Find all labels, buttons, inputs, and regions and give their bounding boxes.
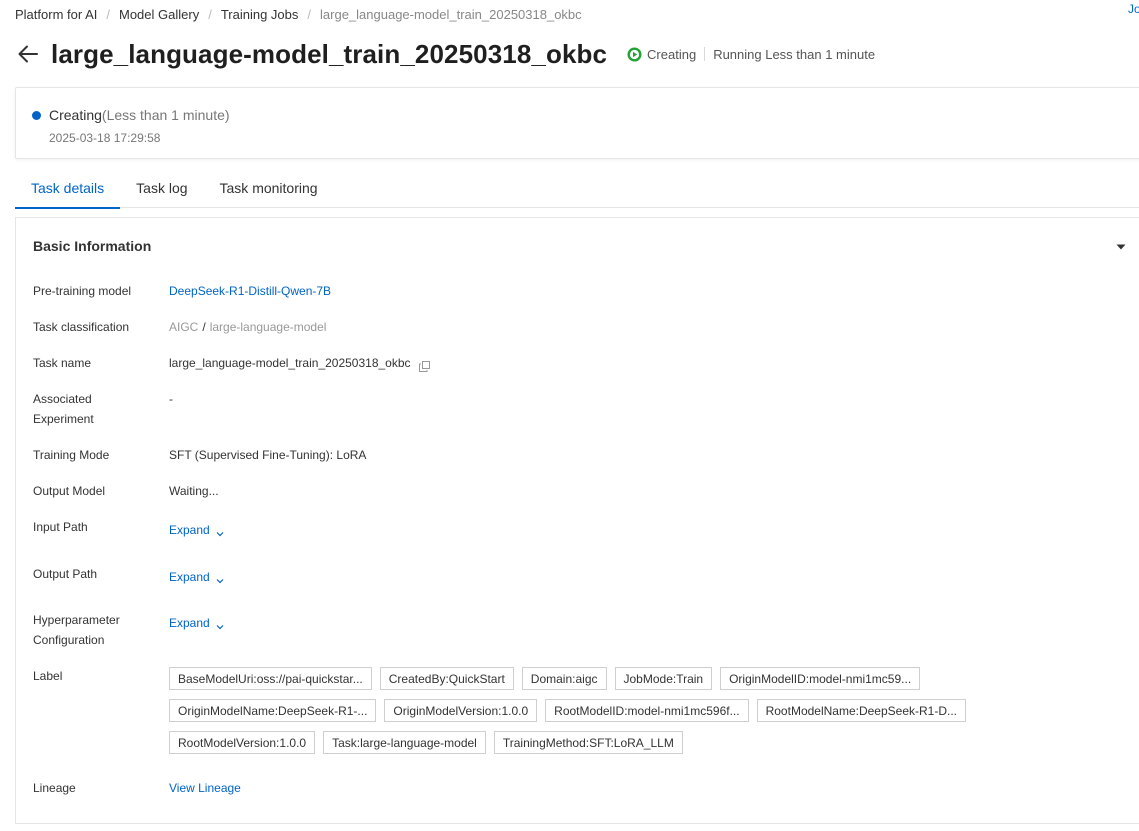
status-state: Creating: [49, 107, 102, 123]
status-divider: [704, 47, 706, 61]
tab-bar: Task details Task log Task monitoring: [15, 168, 1139, 209]
classification-separator: /: [202, 320, 206, 334]
classification-category: AIGC: [169, 320, 199, 334]
input-path-label: Input Path: [33, 520, 88, 534]
output-model-value: Waiting...: [169, 484, 219, 498]
label-tag: OriginModelID:model-nmi1mc59...: [720, 667, 921, 690]
job-status: Creating Running Less than 1 minute: [627, 47, 875, 62]
label-tag: CreatedBy:QuickStart: [379, 667, 514, 690]
caret-down-icon[interactable]: [1114, 240, 1128, 254]
output-path-value: Expand: [169, 567, 225, 587]
lineage-value: View Lineage: [169, 778, 241, 798]
label-tag: Task:large-language-model: [323, 731, 486, 754]
tab-task-log[interactable]: Task log: [120, 168, 203, 208]
task-name-text: large_language-model_train_20250318_okbc: [169, 356, 411, 370]
page-header: large_language-model_train_20250318_okbc…: [16, 34, 875, 74]
input-path-value: Expand: [169, 520, 225, 540]
label-tags: BaseModelUri:oss://pai-quickstar... Crea…: [169, 667, 1069, 763]
label-tag: TrainingMethod:SFT:LoRA_LLM: [493, 731, 683, 754]
hyperparameter-expand[interactable]: Expand: [169, 613, 225, 633]
label-row: OriginModelName:DeepSeek-R1-... OriginMo…: [169, 699, 1069, 722]
running-duration: Running Less than 1 minute: [713, 46, 876, 62]
basic-information-panel: Basic Information Pre-training model Dee…: [15, 217, 1139, 824]
breadcrumb-separator: /: [208, 7, 212, 22]
view-lineage-link[interactable]: View Lineage: [169, 778, 241, 798]
breadcrumb-separator: /: [106, 7, 110, 22]
hyperparameter-value: Expand: [169, 613, 225, 633]
training-mode-value: SFT (Supervised Fine-Tuning): LoRA: [169, 448, 367, 462]
label-tag: RootModelVersion:1.0.0: [169, 731, 316, 754]
breadcrumb-platform[interactable]: Platform for AI: [15, 7, 97, 22]
status-duration: (Less than 1 minute): [101, 107, 230, 123]
status-line: Creating (Less than 1 minute): [32, 107, 230, 123]
classification-subcategory: large-language-model: [209, 320, 327, 334]
pretraining-model-link[interactable]: DeepSeek-R1-Distill-Qwen-7B: [169, 281, 331, 301]
task-classification-value: AIGC / large-language-model: [169, 317, 326, 337]
label-tag: RootModelID:model-nmi1mc596f...: [545, 699, 749, 722]
pretraining-model-label: Pre-training model: [33, 284, 132, 298]
label-tag: Domain:aigc: [521, 667, 607, 690]
panel-heading: Basic Information: [33, 238, 152, 254]
breadcrumb: Platform for AI / Model Gallery / Traini…: [15, 7, 582, 22]
breadcrumb-training-jobs[interactable]: Training Jobs: [221, 7, 299, 22]
label-tag: JobMode:Train: [614, 667, 713, 690]
breadcrumb-separator: /: [307, 7, 312, 22]
hyperparameter-label: Hyperparameter Configuration: [33, 613, 120, 647]
status-timestamp: 2025-03-18 17:29:58: [49, 131, 161, 145]
input-path-expand-label: Expand: [169, 523, 210, 537]
copy-icon[interactable]: [418, 358, 430, 372]
play-circle-icon: [627, 47, 642, 62]
label-row: BaseModelUri:oss://pai-quickstar... Crea…: [169, 667, 1069, 690]
chevron-down-icon: [215, 572, 225, 584]
chevron-down-icon: [215, 618, 225, 630]
tab-task-details[interactable]: Task details: [15, 168, 121, 209]
label-tag: BaseModelUri:oss://pai-quickstar...: [169, 667, 372, 690]
status-label: Creating: [647, 46, 697, 62]
task-classification-label: Task classification: [33, 320, 130, 334]
output-path-label: Output Path: [33, 567, 98, 581]
output-path-expand[interactable]: Expand: [169, 567, 225, 587]
associated-experiment-label: Associated Experiment: [33, 392, 94, 426]
output-model-label: Output Model: [33, 484, 106, 498]
associated-experiment-value: -: [169, 392, 173, 406]
label-row: RootModelVersion:1.0.0 Task:large-langua…: [169, 731, 1069, 754]
breadcrumb-current-job: large_language-model_train_20250318_okbc: [320, 7, 582, 22]
task-name-value: large_language-model_train_20250318_okbc: [169, 353, 430, 373]
label-field-label: Label: [33, 669, 63, 683]
status-dot: [32, 110, 41, 120]
breadcrumb-model-gallery[interactable]: Model Gallery: [119, 7, 199, 22]
pretraining-model-value: DeepSeek-R1-Distill-Qwen-7B: [169, 281, 331, 301]
page-title: large_language-model_train_20250318_okbc: [51, 38, 608, 69]
lineage-label: Lineage: [33, 781, 76, 795]
task-name-label: Task name: [33, 356, 92, 370]
label-tag: OriginModelName:DeepSeek-R1-...: [169, 699, 377, 722]
back-arrow-icon[interactable]: [16, 42, 40, 66]
status-card: Creating (Less than 1 minute) 2025-03-18…: [15, 87, 1139, 159]
chevron-down-icon: [215, 525, 225, 537]
hyperparameter-expand-label: Expand: [169, 616, 210, 630]
label-tag: OriginModelVersion:1.0.0: [384, 699, 538, 722]
label-tag: RootModelName:DeepSeek-R1-D...: [756, 699, 967, 722]
training-mode-label: Training Mode: [33, 448, 110, 462]
user-menu[interactable]: Jo: [1128, 2, 1139, 16]
tab-task-monitoring[interactable]: Task monitoring: [204, 168, 334, 208]
input-path-expand[interactable]: Expand: [169, 520, 225, 540]
output-path-expand-label: Expand: [169, 570, 210, 584]
